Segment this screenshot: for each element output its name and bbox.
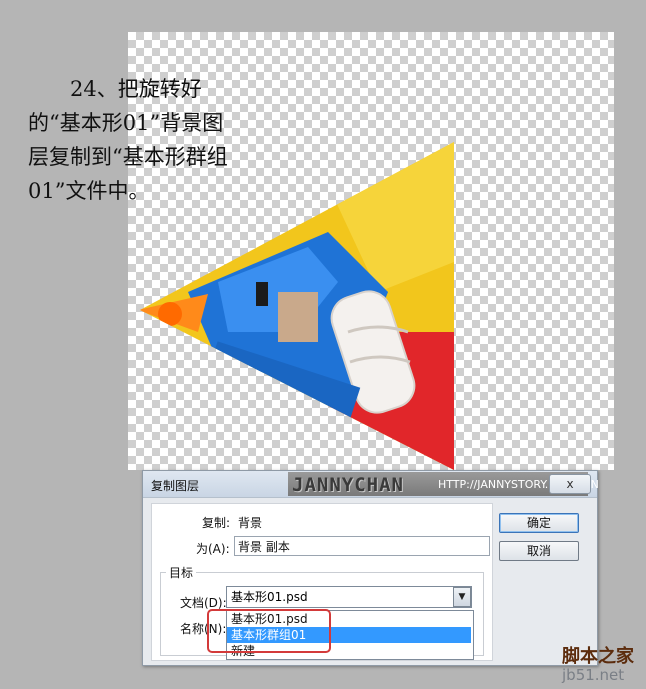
site-logo: 脚本之家 jb51.net xyxy=(558,640,646,689)
copy-label: 复制: xyxy=(202,516,231,530)
chevron-down-icon[interactable]: ▼ xyxy=(453,587,471,607)
site-logo-main: 脚本之家 xyxy=(562,646,634,667)
document-select-value[interactable]: 基本形01.psd xyxy=(226,586,472,608)
ok-button[interactable]: 确定 xyxy=(499,513,579,533)
dialog-title: 复制图层 xyxy=(151,479,200,493)
watermark-brand: JANNYCHAN xyxy=(292,474,404,496)
close-button[interactable]: x xyxy=(549,474,591,494)
as-input[interactable]: 背景 副本 xyxy=(234,536,490,556)
watermark-banner: JANNYCHAN HTTP://JANNYSTORY.POCO.CN xyxy=(288,472,599,496)
target-group-label: 目标 xyxy=(166,564,197,581)
cancel-button[interactable]: 取消 xyxy=(499,541,579,561)
dialog-titlebar[interactable]: 复制图层 JANNYCHAN HTTP://JANNYSTORY.POCO.CN… xyxy=(143,471,599,498)
copy-value: 背景 xyxy=(238,516,263,530)
red-highlight-annotation xyxy=(207,609,331,653)
document-select[interactable]: 基本形01.psd ▼ xyxy=(226,586,472,608)
as-label: 为(A): xyxy=(196,542,230,556)
instruction-text: 24、把旋转好的“基本形01”背景图层复制到“基本形群组01”文件中。 xyxy=(28,77,228,203)
site-logo-sub: jb51.net xyxy=(562,666,625,684)
